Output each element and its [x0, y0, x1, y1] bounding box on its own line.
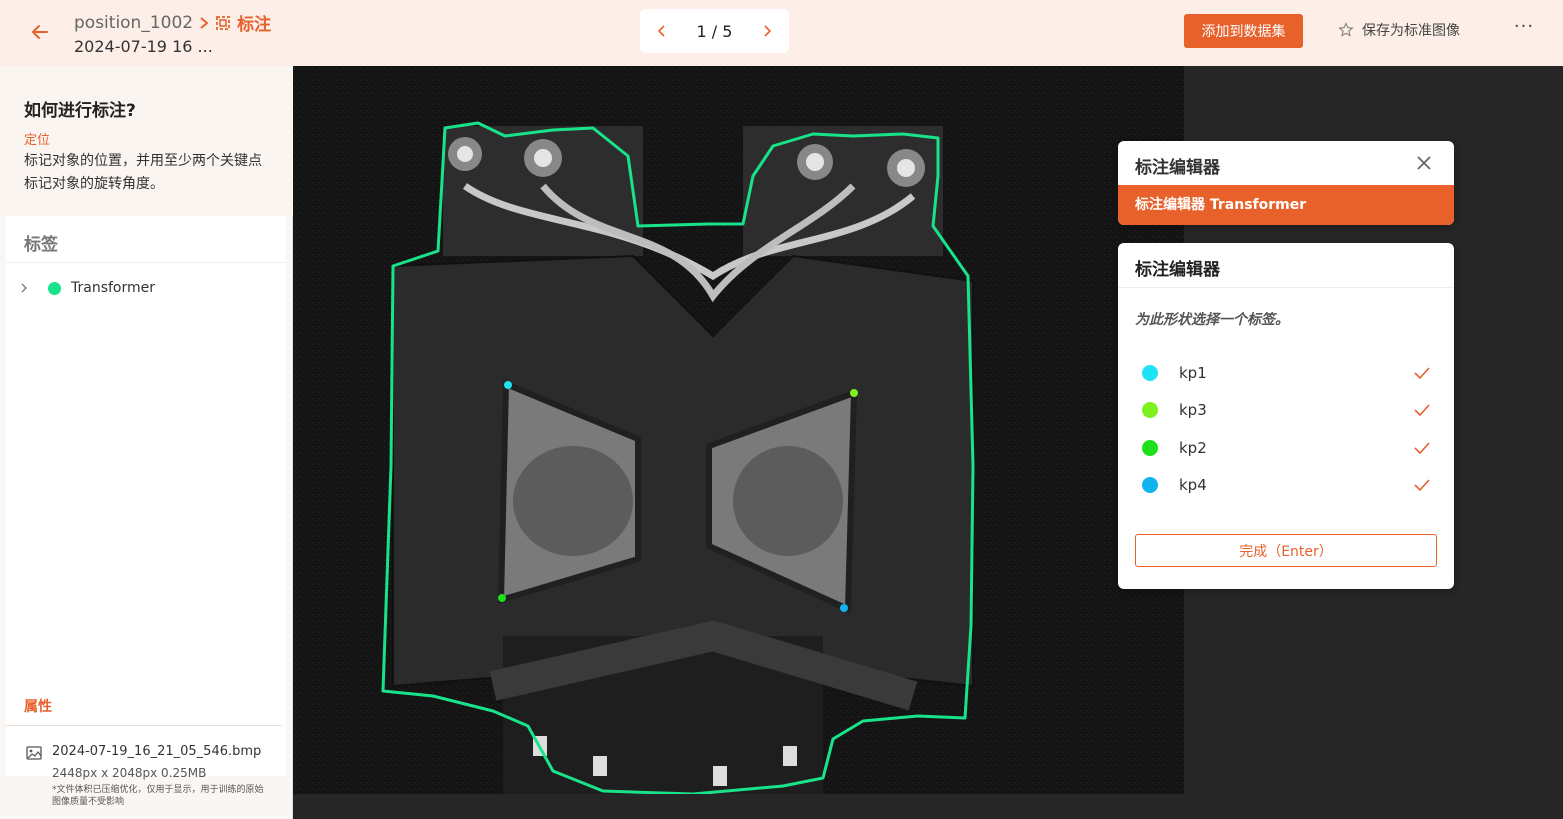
more-options-button[interactable]: ···	[1512, 16, 1536, 40]
check-icon	[1412, 363, 1432, 383]
chevron-left-icon	[658, 25, 665, 37]
image-timestamp: 2024-07-19 16 ...	[74, 37, 213, 56]
check-icon	[1412, 400, 1432, 420]
editor-title: 标注编辑器	[1135, 158, 1220, 178]
keypoint-name: kp2	[1179, 439, 1207, 457]
mode-label: 标注	[237, 15, 272, 35]
keypoint-color-dot	[1142, 440, 1158, 456]
editor-panel-title: 标注编辑器	[1135, 260, 1220, 280]
help-keyword: 定位	[24, 133, 51, 148]
breadcrumb-position[interactable]: position_1002	[74, 13, 193, 33]
transformer-photo	[293, 66, 1184, 794]
keypoint-name: kp4	[1179, 476, 1207, 494]
keypoint-row-kp3[interactable]: kp3	[1142, 395, 1432, 425]
help-section: 如何进行标注? 定位 标记对象的位置，并用至少两个关键点标记对象的旋转角度。	[0, 66, 293, 216]
keypoint-row-kp1[interactable]: kp1	[1142, 358, 1432, 388]
active-annotation-item[interactable]: 标注编辑器 Transformer	[1118, 185, 1454, 225]
keypoint-color-dot	[1142, 365, 1158, 381]
keypoint-color-dot	[1142, 477, 1158, 493]
add-to-dataset-button[interactable]: 添加到数据集	[1184, 14, 1303, 48]
close-editor-button[interactable]	[1412, 151, 1436, 175]
keypoint-name: kp1	[1179, 364, 1207, 382]
breadcrumb: position_1002 标注	[74, 10, 271, 36]
file-note: *文件体积已压缩优化，仅用于显示，用于训练的原始图像质量不受影响	[52, 785, 264, 807]
done-button[interactable]: 完成（Enter）	[1135, 534, 1437, 567]
chevron-right-icon	[764, 25, 771, 37]
editor-prompt: 为此形状选择一个标签。	[1135, 312, 1289, 328]
keypoint-row-kp2[interactable]: kp2	[1142, 433, 1432, 463]
save-standard-image-button[interactable]: 保存为标准图像	[1338, 20, 1460, 40]
check-icon	[1412, 475, 1432, 495]
top-bar: position_1002 标注 2024-07-19 16 ... 1 / 5…	[0, 0, 1563, 66]
keypoint-name: kp3	[1179, 401, 1207, 419]
pager-count: 1 / 5	[696, 21, 733, 41]
left-panel: 如何进行标注? 定位 标记对象的位置，并用至少两个关键点标记对象的旋转角度。 标…	[0, 66, 293, 819]
label-name: Transformer	[71, 280, 156, 296]
annotation-editor-list: 标注编辑器 标注编辑器 Transformer	[1118, 141, 1454, 225]
arrow-left-icon	[32, 25, 48, 39]
keypoint-color-dot	[1142, 402, 1158, 418]
next-image-button[interactable]	[759, 23, 775, 39]
divider	[1118, 287, 1454, 288]
label-color-dot	[48, 281, 61, 295]
back-button[interactable]	[26, 18, 54, 46]
label-item-transformer[interactable]: Transformer	[20, 276, 155, 300]
file-meta: 2448px x 2048px 0.25MB	[52, 766, 207, 780]
image-pager: 1 / 5	[640, 9, 789, 53]
annotate-icon	[216, 15, 231, 30]
keypoint-row-kp4[interactable]: kp4	[1142, 470, 1432, 500]
help-text: 标记对象的位置，并用至少两个关键点标记对象的旋转角度。	[24, 153, 262, 192]
annotation-editor-panel: 标注编辑器 为此形状选择一个标签。 kp1 kp3 kp2 kp4 完成（Ent…	[1118, 243, 1454, 589]
image-file-icon	[26, 746, 42, 760]
inspection-image[interactable]	[293, 66, 1184, 794]
chevron-right-icon[interactable]	[20, 282, 28, 294]
check-icon	[1412, 438, 1432, 458]
close-icon	[1417, 156, 1431, 170]
breadcrumb-mode: 标注	[215, 10, 271, 35]
divider	[6, 262, 286, 263]
labels-heading: 标签	[24, 235, 58, 255]
divider	[6, 725, 282, 726]
file-name: 2024-07-19_16_21_05_546.bmp	[52, 744, 262, 759]
chevron-right-icon	[199, 16, 209, 30]
save-standard-label: 保存为标准图像	[1362, 23, 1460, 39]
prev-image-button[interactable]	[654, 23, 670, 39]
star-icon	[1338, 22, 1354, 37]
help-title: 如何进行标注?	[24, 101, 136, 121]
labels-section: 标签 Transformer	[6, 216, 286, 776]
properties-heading: 属性	[24, 699, 52, 715]
